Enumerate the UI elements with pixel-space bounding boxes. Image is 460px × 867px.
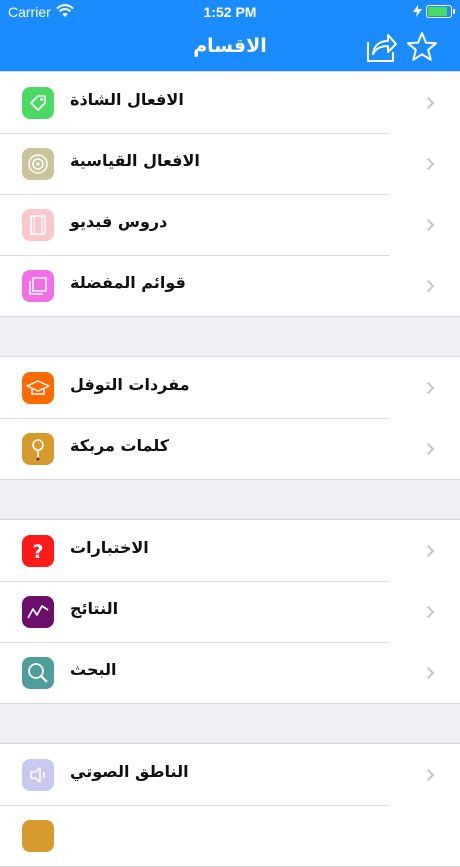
battery-icon [426,5,455,18]
list-item-label: البحث [70,660,117,679]
magnifier-icon [22,657,54,689]
list-item-label: الناطق الصوتي [70,762,189,781]
target-icon [22,148,54,180]
speaker-icon [22,759,54,791]
list-item-regular-verbs[interactable]: الافعال القياسية [0,133,460,194]
chevron-right-icon [426,605,435,619]
list-item-label: النتائج [70,599,119,618]
chevron-right-icon [426,768,435,782]
app-icon [22,820,54,852]
list-item-search[interactable]: البحث [0,642,460,703]
chevron-right-icon [426,381,435,395]
list-item-label: قوائم المفضلة [70,273,186,292]
chevron-right-icon [426,544,435,558]
chevron-right-icon [426,279,435,293]
list-item-favorites-lists[interactable]: قوائم المفضلة [0,255,460,316]
navigation-bar: الاقسام [0,24,460,71]
list-item-label: الافعال الشاذة [70,90,184,109]
list-item-text-to-speech[interactable]: الناطق الصوتي [0,744,460,805]
sections-list: الافعال الشاذة الافعال القياسية دروس فيد… [0,71,460,867]
pin-icon [22,433,54,465]
chevron-right-icon [426,442,435,456]
status-time: 1:52 PM [203,4,257,20]
list-item-irregular-verbs[interactable]: الافعال الشاذة [0,72,460,133]
list-group: ? الاختبارات النتائج البحث [0,519,460,704]
charging-icon [413,5,422,17]
chart-line-icon [22,596,54,628]
svg-text:?: ? [32,541,43,563]
list-group: الناطق الصوتي [0,743,460,867]
chevron-right-icon [426,218,435,232]
list-item-label: الاختبارات [70,538,149,557]
list-item-label: مفردات التوفل [70,375,190,394]
list-item-label: كلمات مربكة [70,436,170,455]
page-title: الاقسام [193,35,267,57]
list-item-label: الافعال القياسية [70,151,200,170]
list-group: مفردات التوفل كلمات مربكة [0,356,460,480]
list-item-video-lessons[interactable]: دروس فيديو [0,194,460,255]
list-item-toefl-vocabulary[interactable]: مفردات التوفل [0,357,460,418]
question-icon: ? [22,535,54,567]
list-group: الافعال الشاذة الافعال القياسية دروس فيد… [0,71,460,317]
chevron-right-icon [426,157,435,171]
photo-stack-icon [22,270,54,302]
list-item-tests[interactable]: ? الاختبارات [0,520,460,581]
film-icon [22,209,54,241]
chevron-right-icon [426,96,435,110]
status-bar: Carrier 1:52 PM [0,0,460,24]
list-item-confusing-words[interactable]: كلمات مربكة [0,418,460,479]
chevron-right-icon [426,666,435,680]
list-item-results[interactable]: النتائج [0,581,460,642]
list-item-label: دروس فيديو [70,212,168,231]
graduation-cap-icon [22,372,54,404]
list-item-partial[interactable] [0,805,460,866]
tag-icon [22,87,54,119]
